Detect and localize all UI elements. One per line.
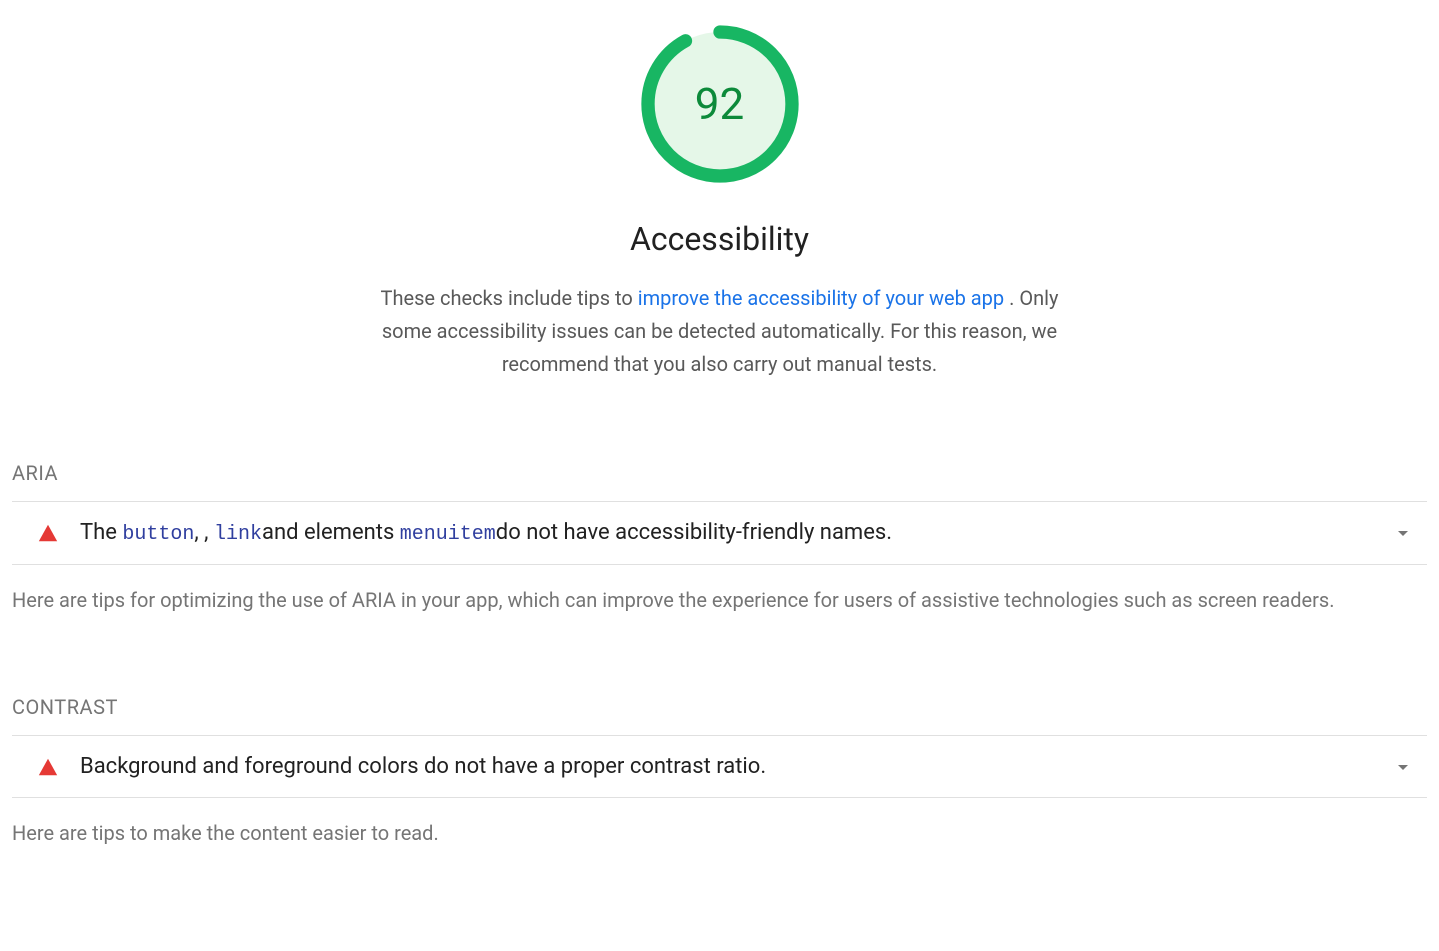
section-label: ARIA — [12, 461, 1427, 485]
chevron-down-icon — [1391, 755, 1415, 779]
audit-text-fragment: do not have accessibility-friendly names… — [496, 520, 892, 545]
score-gauge: 92 — [640, 24, 800, 184]
accessibility-report: 92 Accessibility These checks include ti… — [0, 0, 1439, 900]
warning-triangle-icon — [36, 755, 60, 779]
audit-row[interactable]: Background and foreground colors do not … — [12, 735, 1427, 798]
audit-title: The button, , linkand elements menuitemd… — [80, 520, 1391, 546]
code-token: link — [214, 523, 262, 546]
audit-text-fragment: and elements — [262, 520, 400, 545]
gauge-title: Accessibility — [12, 220, 1427, 258]
section-label: CONTRAST — [12, 695, 1427, 719]
audit-text-fragment: , , — [194, 520, 214, 545]
section-tip: Here are tips to make the content easier… — [12, 818, 1427, 848]
score-gauge-section: 92 Accessibility These checks include ti… — [12, 24, 1427, 381]
audit-text-fragment: Background and foreground colors do not … — [80, 754, 766, 779]
section-tip: Here are tips for optimizing the use of … — [12, 585, 1427, 615]
desc-prefix: These checks include tips to — [381, 286, 638, 310]
warning-triangle-icon — [36, 521, 60, 545]
code-token: menuitem — [400, 523, 496, 546]
audit-row[interactable]: The button, , linkand elements menuitemd… — [12, 501, 1427, 565]
chevron-down-icon — [1391, 521, 1415, 545]
audit-text-fragment: The — [80, 520, 122, 545]
gauge-description: These checks include tips to improve the… — [380, 282, 1060, 381]
improve-accessibility-link[interactable]: improve the accessibility of your web ap… — [638, 286, 1004, 310]
gauge-score-value: 92 — [695, 78, 744, 130]
audit-title: Background and foreground colors do not … — [80, 754, 1391, 779]
code-token: button — [122, 523, 194, 546]
